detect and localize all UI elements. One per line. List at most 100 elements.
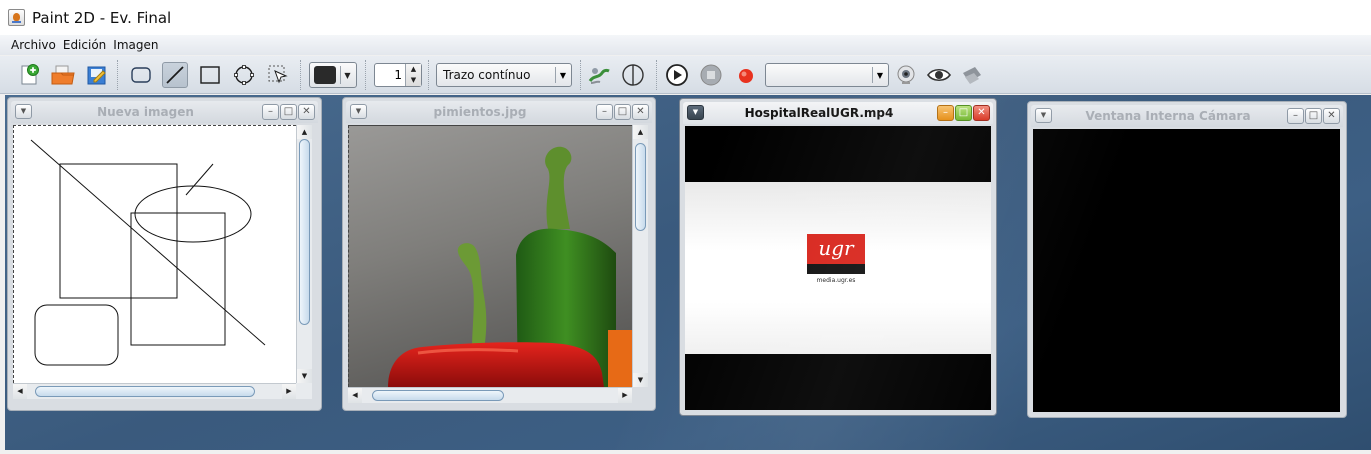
minimize-icon[interactable]: – (937, 105, 954, 121)
stroke-width-spinner[interactable]: 1 ▲ ▼ (374, 63, 422, 87)
snapshot-button[interactable] (959, 62, 985, 88)
image-canvas[interactable] (348, 125, 632, 387)
save-edit-icon (87, 66, 106, 85)
menu-archivo[interactable]: Archivo (8, 38, 59, 52)
scroll-thumb[interactable] (299, 139, 310, 325)
drawing-canvas[interactable] (13, 125, 296, 383)
stroke-width-value[interactable]: 1 (375, 64, 405, 86)
scroll-up-icon[interactable]: ▲ (297, 125, 312, 139)
scroll-thumb[interactable] (372, 390, 504, 401)
stroke-style-select[interactable]: Trazo contínuo ▼ (436, 63, 572, 87)
line-tool[interactable] (162, 62, 188, 88)
view-button[interactable] (926, 62, 952, 88)
open-file-button[interactable] (50, 62, 76, 88)
minimize-icon[interactable]: – (262, 104, 279, 120)
frame-menu-icon[interactable]: ▼ (350, 104, 367, 119)
chevron-down-icon: ▼ (555, 67, 570, 83)
window-title: Paint 2D - Ev. Final (32, 8, 172, 27)
frame-menu-icon[interactable]: ▼ (1035, 108, 1052, 123)
app-window: Paint 2D - Ev. Final Archivo Edición Ima… (0, 0, 1371, 454)
new-document-icon (21, 64, 39, 85)
webcam-button[interactable] (893, 62, 919, 88)
new-file-button[interactable] (16, 62, 42, 88)
scroll-corner (296, 383, 312, 399)
stop-icon (700, 64, 722, 86)
maximize-icon[interactable]: □ (955, 105, 972, 121)
vertical-scrollbar[interactable]: ▲ ▼ (296, 125, 312, 383)
smooth-tool[interactable] (587, 62, 613, 88)
frame-menu-icon[interactable]: ▼ (15, 104, 32, 119)
scroll-down-icon[interactable]: ▼ (633, 373, 648, 387)
minimize-icon[interactable]: – (596, 104, 613, 120)
scroll-right-icon[interactable]: ▶ (282, 384, 296, 399)
select-cursor-icon (268, 65, 288, 84)
play-button[interactable] (664, 62, 690, 88)
close-icon[interactable]: ✕ (1323, 108, 1340, 124)
record-button[interactable] (733, 62, 759, 88)
minimize-icon[interactable]: – (1287, 108, 1304, 124)
camera-view[interactable] (1033, 129, 1340, 412)
video-player[interactable]: ugr media.ugr.es (685, 126, 991, 410)
rectangle-tool[interactable] (197, 62, 223, 88)
webcam-icon (897, 65, 915, 84)
close-icon[interactable]: ✕ (298, 104, 315, 120)
frame-video[interactable]: ▼ HospitalRealUGR.mp4 – □ ✕ ugr media.ug… (679, 98, 997, 416)
open-folder-icon (51, 65, 75, 85)
chevron-down-icon: ▼ (340, 66, 354, 84)
horizontal-scrollbar[interactable]: ◀ ▶ (348, 387, 632, 403)
maximize-icon[interactable]: □ (614, 104, 631, 120)
ellipse-tool[interactable] (231, 62, 257, 88)
toolbar-separator (117, 60, 118, 90)
frame-camera[interactable]: ▼ Ventana Interna Cámara – □ ✕ (1027, 101, 1347, 418)
frame-nueva-imagen[interactable]: ▼ Nueva imagen – □ ✕ ▲ ▼ ◀ ▶ (7, 97, 322, 411)
toolbar: ▼ 1 ▲ ▼ Trazo contínuo ▼ ▼ (0, 56, 1371, 94)
line-icon (166, 66, 184, 84)
frame-title-bar[interactable]: ▼ Nueva imagen – □ ✕ (11, 101, 318, 123)
ugr-logo-sub (807, 264, 865, 274)
camera-select[interactable]: ▼ (765, 63, 889, 87)
menu-imagen[interactable]: Imagen (110, 38, 161, 52)
rectangle-icon (200, 66, 220, 84)
frame-title-bar[interactable]: ▼ HospitalRealUGR.mp4 – □ ✕ (683, 102, 993, 124)
transparency-icon (622, 64, 644, 86)
spinner-arrows-icon[interactable]: ▲ ▼ (405, 64, 421, 86)
play-icon (666, 64, 688, 86)
toolbar-separator (656, 60, 657, 90)
close-icon[interactable]: ✕ (632, 104, 649, 120)
scroll-up-icon[interactable]: ▲ (633, 125, 648, 139)
frame-title-bar[interactable]: ▼ pimientos.jpg – □ ✕ (346, 101, 652, 123)
horizontal-scrollbar[interactable]: ◀ ▶ (13, 383, 296, 399)
scroll-left-icon[interactable]: ◀ (348, 388, 362, 403)
maximize-icon[interactable]: □ (1305, 108, 1322, 124)
rounded-rect-tool[interactable] (128, 62, 154, 88)
close-icon[interactable]: ✕ (973, 105, 990, 121)
maximize-icon[interactable]: □ (280, 104, 297, 120)
frame-title-bar[interactable]: ▼ Ventana Interna Cámara – □ ✕ (1031, 105, 1343, 127)
canvas-drawing[interactable] (13, 125, 296, 383)
scroll-left-icon[interactable]: ◀ (13, 384, 27, 399)
color-selector[interactable]: ▼ (309, 62, 357, 88)
frame-title: HospitalRealUGR.mp4 (744, 106, 894, 120)
scroll-right-icon[interactable]: ▶ (618, 388, 632, 403)
stop-button[interactable] (698, 62, 724, 88)
toolbar-separator (365, 60, 366, 90)
vertical-scrollbar[interactable]: ▲ ▼ (632, 125, 648, 387)
frame-title: pimientos.jpg (433, 105, 527, 119)
scroll-thumb[interactable] (635, 143, 646, 231)
frame-menu-icon[interactable]: ▼ (687, 105, 704, 120)
stroke-style-value: Trazo contínuo (443, 68, 531, 82)
frame-pimientos[interactable]: ▼ pimientos.jpg – □ ✕ ▲ ▼ ◀ ▶ (342, 97, 656, 411)
ellipse-icon (234, 65, 254, 85)
transparency-tool[interactable] (620, 62, 646, 88)
menu-bar: Archivo Edición Imagen (0, 35, 1371, 55)
select-tool[interactable] (265, 62, 291, 88)
smooth-brush-icon (588, 68, 610, 84)
scroll-down-icon[interactable]: ▼ (297, 369, 312, 383)
menu-edicion[interactable]: Edición (60, 38, 109, 52)
frame-title: Nueva imagen (97, 105, 194, 119)
scroll-thumb[interactable] (35, 386, 255, 397)
peppers-photo (348, 125, 632, 387)
save-file-button[interactable] (84, 62, 110, 88)
color-swatch (314, 66, 336, 84)
video-frame: ugr media.ugr.es (685, 182, 991, 354)
